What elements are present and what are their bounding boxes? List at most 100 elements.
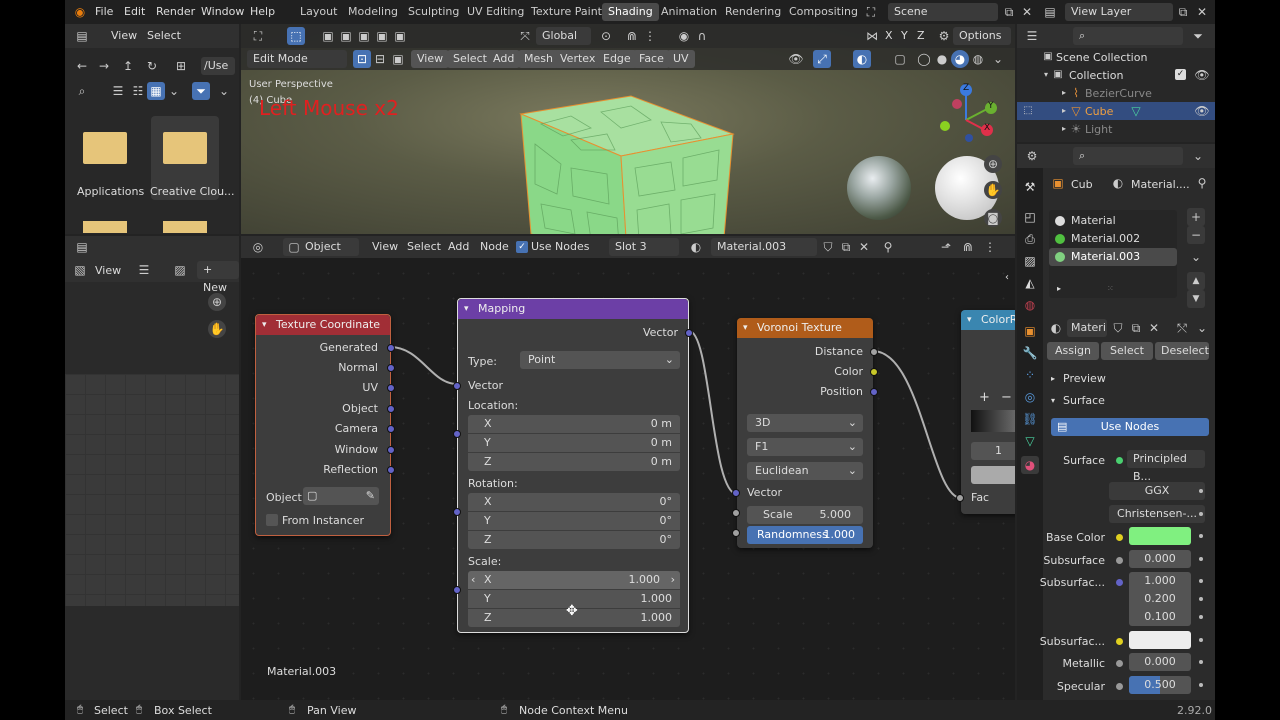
vp-menu-mesh[interactable]: Mesh [518, 50, 559, 68]
vp-menu-vertex[interactable]: Vertex [554, 50, 602, 68]
vp-menu-edge[interactable]: Edge [597, 50, 637, 68]
menu-file[interactable]: File [95, 5, 113, 18]
dimensions-dropdown[interactable]: 3D ⌄ [747, 414, 863, 432]
back-icon[interactable]: ← [73, 57, 91, 75]
subsurface-color-swatch[interactable] [1129, 631, 1191, 649]
ie-menu-view[interactable]: View [95, 264, 121, 277]
add-stop-icon[interactable]: + [979, 390, 990, 405]
resize-handle-icon[interactable]: ⁙ [1107, 284, 1114, 293]
output-socket[interactable] [870, 368, 878, 376]
folder-label[interactable]: Applications [77, 185, 144, 198]
wireframe-shading-icon[interactable]: ◯ [915, 50, 933, 68]
fb-menu-select[interactable]: Select [147, 29, 181, 42]
world-tab-icon[interactable]: ◍ [1021, 296, 1039, 314]
transform-orientation-dropdown[interactable]: Global [536, 27, 591, 45]
pivot-icon[interactable]: ⊙ [597, 27, 615, 45]
chevron-left-icon[interactable]: ‹ [471, 571, 475, 589]
new-image-button[interactable]: + New [197, 261, 239, 294]
filter-icon[interactable]: ⏷ [192, 82, 210, 100]
select-intersect-icon[interactable]: ▣ [391, 27, 409, 45]
overlays-icon[interactable]: ◐ [853, 50, 871, 68]
output-socket[interactable] [387, 446, 395, 454]
output-socket[interactable] [870, 348, 878, 356]
scale-field[interactable]: Scale 5.000 [747, 506, 863, 524]
keyframe-dot[interactable] [1199, 638, 1203, 642]
scene-tab-icon[interactable]: ◭ [1021, 274, 1039, 292]
edit-mode-icon[interactable]: ⬚ [1019, 102, 1037, 120]
data-tab-icon[interactable]: ▽ [1021, 432, 1039, 450]
voronoi-texture-node[interactable]: Voronoi Texture Distance Color Position … [732, 318, 878, 548]
from-instancer-checkbox[interactable] [266, 514, 278, 526]
pan-icon[interactable]: ✋ [208, 320, 226, 338]
folder-label[interactable]: Creative Clou... [150, 185, 235, 198]
subsurface-field[interactable]: 0.000 [1129, 550, 1191, 568]
axis-lock-y[interactable]: Y [901, 29, 908, 42]
output-socket[interactable] [387, 405, 395, 413]
keyframe-dot[interactable] [1199, 597, 1203, 601]
new-folder-icon[interactable]: ⊞ [172, 57, 190, 75]
input-socket[interactable] [732, 489, 740, 497]
properties-search-field[interactable]: ⌕ [1073, 147, 1183, 165]
tab-compositing[interactable]: Compositing [783, 3, 864, 21]
tab-layout[interactable]: Layout [294, 3, 343, 21]
filter-dropdown-icon[interactable]: ⌄ [215, 82, 233, 100]
keyframe-dot[interactable] [1199, 683, 1203, 687]
menu-window[interactable]: Window [201, 5, 244, 18]
input-socket[interactable] [732, 529, 740, 537]
delete-scene-icon[interactable]: ✕ [1018, 3, 1036, 21]
path-field[interactable]: /Use [201, 57, 235, 75]
outliner-scene-collection[interactable]: Scene Collection [1056, 51, 1147, 64]
tab-sculpting[interactable]: Sculpting [402, 3, 465, 21]
select-invert-icon[interactable]: ▣ [373, 27, 391, 45]
ramp-gradient[interactable] [971, 410, 1015, 432]
fake-user-icon[interactable]: ⛉ [1109, 319, 1127, 337]
physics-tab-icon[interactable]: ◎ [1021, 388, 1039, 406]
mirror-icon[interactable]: ⋈ [863, 27, 881, 45]
delete-view-layer-icon[interactable]: ✕ [1193, 3, 1211, 21]
use-nodes-button[interactable]: ▤ Use Nodes [1051, 418, 1209, 436]
fb-menu-view[interactable]: View [111, 29, 137, 42]
image-browse-icon[interactable]: ▨ [171, 261, 189, 279]
input-socket[interactable] [956, 494, 964, 502]
tab-rendering[interactable]: Rendering [719, 3, 787, 21]
visibility-icon[interactable]: 👁 [787, 50, 805, 68]
outliner-light[interactable]: Light [1085, 123, 1112, 136]
view-layer-tab-icon[interactable]: ▨ [1021, 252, 1039, 270]
base-color-swatch[interactable] [1129, 527, 1191, 545]
tab-texture-paint[interactable]: Texture Paint [525, 3, 608, 21]
select-subtract-icon[interactable]: ▣ [355, 27, 373, 45]
output-tab-icon[interactable]: ⎙ [1021, 230, 1039, 248]
duplicate-material-icon[interactable]: ⧉ [1127, 319, 1145, 337]
parent-dir-icon[interactable]: ↥ [119, 57, 137, 75]
3d-viewport[interactable]: ⛶ ⬚ ▣ ▣ ▣ ▣ ▣ ⤧ Global ⊙ ⋒ ⋮ ◉ ∩ ⋈ X Y Z… [241, 24, 1015, 234]
snap-icon[interactable]: ⋒ [623, 27, 641, 45]
menu-edit[interactable]: Edit [124, 5, 145, 18]
surface-panel-header[interactable]: Surface [1063, 394, 1105, 407]
type-dropdown[interactable]: Point ⌄ [520, 351, 680, 369]
proportional-edit-icon[interactable]: ◉ [675, 27, 693, 45]
stop-color-swatch[interactable] [971, 466, 1015, 484]
remove-stop-icon[interactable]: − [1001, 390, 1012, 405]
tab-modeling[interactable]: Modeling [342, 3, 404, 21]
hamburger-icon[interactable]: ☰ [135, 261, 153, 279]
rendered-shading-icon[interactable]: ◍ [969, 50, 987, 68]
preview-panel-header[interactable]: Preview [1063, 372, 1106, 385]
eye-icon[interactable]: 👁 [1193, 102, 1211, 120]
remove-slot-icon[interactable]: − [1187, 226, 1205, 244]
gizmo-toggle-icon[interactable]: ⤢ [813, 50, 831, 68]
outliner-search-field[interactable]: ⌕ [1073, 27, 1183, 45]
scene-selector-icon[interactable]: ⛶ [862, 3, 880, 21]
texture-coordinate-node[interactable]: Texture Coordinate Generated Normal UV O… [255, 314, 395, 536]
xray-icon[interactable]: ▢ [891, 50, 909, 68]
include-checkbox[interactable]: ✓ [1175, 69, 1186, 80]
detail-view-icon[interactable]: ☷ [129, 82, 147, 100]
vp-menu-view[interactable]: View [411, 50, 450, 68]
vertex-select-icon[interactable]: ⊡ [353, 50, 371, 68]
keyframe-dot[interactable] [1199, 489, 1203, 493]
node-header[interactable]: Voronoi Texture [737, 318, 873, 338]
scale-x-field[interactable]: ‹ X 1.000 › [468, 571, 680, 589]
outliner-cube[interactable]: Cube [1085, 105, 1113, 118]
camera-icon[interactable]: ◙ [984, 209, 1002, 227]
keyframe-dot[interactable] [1199, 534, 1203, 538]
feature-dropdown[interactable]: F1 ⌄ [747, 438, 863, 456]
